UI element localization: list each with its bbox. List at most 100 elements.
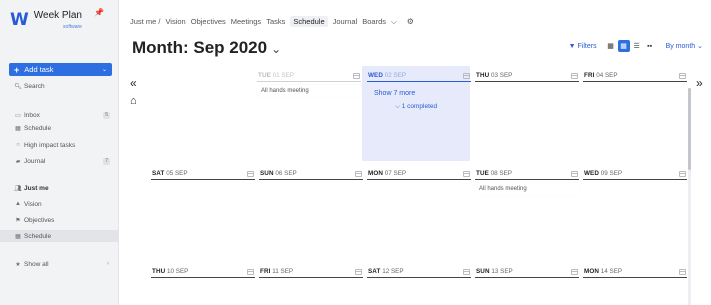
tab-tasks[interactable]: Tasks <box>266 17 285 26</box>
day-name: THU <box>152 268 166 275</box>
logo-name: Week Plan <box>33 10 82 21</box>
tab-objectives[interactable]: Objectives <box>191 17 226 26</box>
day-name: SUN <box>260 170 274 177</box>
day-cell[interactable]: TUE 01 SEP All hands meeting <box>257 70 361 97</box>
calendar-icon[interactable] <box>571 268 578 275</box>
plus-icon: + <box>14 64 20 75</box>
scrollbar-thumb[interactable] <box>688 88 691 170</box>
sidebar-section-just-me[interactable]: 👥︎ Just me <box>0 182 118 194</box>
book-icon: ▰ <box>15 158 21 165</box>
inbox-count-badge: 5 <box>103 111 110 119</box>
journal-count-badge: 7 <box>103 157 110 165</box>
day-header: FRI 04 SEP <box>583 70 687 82</box>
day-name: TUE <box>258 72 271 79</box>
tab-schedule[interactable]: Schedule <box>290 16 328 27</box>
task-item[interactable]: All hands meeting <box>475 183 579 195</box>
page-title[interactable]: Month: Sep 2020 ⌄ <box>132 38 281 58</box>
by-month-dropdown[interactable]: By month ⌄ <box>666 42 703 50</box>
day-header: SAT 12 SEP <box>367 266 471 278</box>
tab-boards-label: Boards <box>362 16 387 26</box>
chevron-down-icon[interactable]: ⌄ <box>102 66 107 73</box>
tab-journal[interactable]: Journal <box>333 17 358 26</box>
sidebar-item-label: Vision <box>24 200 42 208</box>
search-label: Search <box>24 82 45 90</box>
day-cell[interactable]: MON 14 SEP <box>583 266 687 278</box>
search-item[interactable]: 🔍︎ Search <box>0 80 118 92</box>
sidebar-item-vision[interactable]: ▲ Vision <box>0 198 118 210</box>
day-cell[interactable]: FRI 04 SEP <box>583 70 687 82</box>
pin-icon[interactable]: 📌 <box>94 8 104 17</box>
weekplan-logo-icon: W <box>10 10 29 30</box>
sidebar-item-inbox[interactable]: ▭ Inbox 5 <box>0 109 118 121</box>
logo[interactable]: W Week Plan software <box>10 11 82 32</box>
sidebar-item-label: Show all <box>24 260 49 268</box>
calendar-icon[interactable] <box>247 268 254 275</box>
star-icon: ★ <box>15 261 21 268</box>
tab-vision[interactable]: Vision <box>165 17 185 26</box>
day-header: TUE 08 SEP <box>475 168 579 180</box>
list-view-icon[interactable]: ☰ <box>631 40 643 52</box>
show-more-link[interactable]: Show 7 more <box>367 90 471 97</box>
month-view-icon[interactable]: ▦ <box>617 40 630 52</box>
calendar-icon[interactable] <box>355 268 362 275</box>
sidebar-item-high-impact-tasks[interactable]: ○ High impact tasks <box>0 139 118 151</box>
previous-month-icon[interactable]: « <box>130 76 137 90</box>
home-icon[interactable]: ⌂ <box>130 95 137 107</box>
sidebar-item-label: Schedule <box>24 232 52 240</box>
calendar-icon[interactable] <box>571 72 578 79</box>
day-cell[interactable]: SAT 05 SEP <box>151 168 255 180</box>
tab-boards[interactable]: Boards ⌵ <box>362 17 401 27</box>
day-date: 10 SEP <box>167 268 189 275</box>
filters-button[interactable]: ▼ Filters <box>569 43 597 50</box>
tab-meetings[interactable]: Meetings <box>231 17 261 26</box>
scrollbar[interactable] <box>688 88 691 305</box>
day-cell[interactable]: SUN 06 SEP <box>259 168 363 180</box>
calendar-icon: ▦ <box>15 233 21 240</box>
day-name: MON <box>368 170 383 177</box>
day-cell-today[interactable]: WED 02 SEP Show 7 more ⌵ 1 completed <box>367 70 471 111</box>
day-cell[interactable]: WED 09 SEP <box>583 168 687 180</box>
add-task-button[interactable]: + Add task ⌄ <box>9 63 112 76</box>
breadcrumb-context[interactable]: Just me / <box>130 17 160 26</box>
calendar-icon[interactable] <box>355 170 362 177</box>
day-header: MON 07 SEP <box>367 168 471 180</box>
day-date: 11 SEP <box>272 268 294 275</box>
day-name: THU <box>476 72 490 79</box>
calendar-icon[interactable] <box>679 268 686 275</box>
week-view-icon[interactable]: ▦ <box>605 40 617 52</box>
calendar-icon[interactable] <box>463 72 470 79</box>
day-cell[interactable]: SUN 13 SEP <box>475 266 579 278</box>
gear-icon[interactable]: ⚙ <box>407 17 414 26</box>
calendar-icon[interactable] <box>571 170 578 177</box>
day-cell[interactable]: MON 07 SEP <box>367 168 471 180</box>
task-item[interactable]: All hands meeting <box>257 85 361 97</box>
day-header: WED 09 SEP <box>583 168 687 180</box>
sidebar-item-journal[interactable]: ▰ Journal 7 <box>0 155 118 167</box>
day-header: FRI 11 SEP <box>259 266 363 278</box>
calendar-icon[interactable] <box>247 170 254 177</box>
calendar-icon[interactable] <box>353 72 360 79</box>
day-cell[interactable]: TUE 08 SEP All hands meeting <box>475 168 579 195</box>
calendar-icon[interactable] <box>679 72 686 79</box>
sidebar-item-schedule[interactable]: ▦ Schedule <box>0 122 118 134</box>
day-cell[interactable]: THU 03 SEP <box>475 70 579 82</box>
day-cell[interactable]: FRI 11 SEP <box>259 266 363 278</box>
day-cell[interactable]: THU 10 SEP <box>151 266 255 278</box>
sidebar-item-objectives[interactable]: ⚑ Objectives <box>0 214 118 226</box>
day-date: 07 SEP <box>384 170 407 177</box>
calendar-icon[interactable] <box>679 170 686 177</box>
calendar-icon[interactable] <box>463 170 470 177</box>
sidebar-item-label: Inbox <box>24 111 40 119</box>
sidebar-item-show-all[interactable]: ★ Show all › <box>0 258 118 270</box>
page-title-text: Month: Sep 2020 <box>132 38 268 57</box>
day-date: 01 SEP <box>272 72 295 79</box>
day-cell[interactable]: SAT 12 SEP <box>367 266 471 278</box>
sidebar-item-schedule-active[interactable]: ▦ Schedule <box>0 230 118 242</box>
day-date: 02 SEP <box>384 72 407 79</box>
inbox-icon: ▭ <box>15 112 21 119</box>
next-month-icon[interactable]: » <box>696 76 703 90</box>
completed-toggle[interactable]: ⌵ 1 completed <box>367 103 471 111</box>
board-view-icon[interactable]: ▪▪ <box>644 40 656 52</box>
calendar-icon[interactable] <box>463 268 470 275</box>
day-name: WED <box>368 72 383 79</box>
